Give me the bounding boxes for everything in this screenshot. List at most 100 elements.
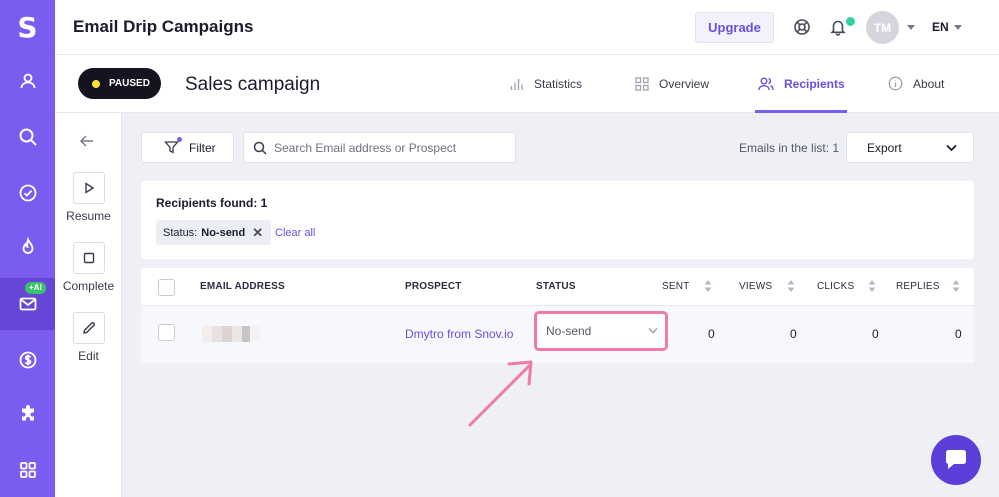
complete-label: Complete	[62, 279, 115, 293]
arrow-left-icon	[79, 135, 93, 147]
chevron-down-icon	[648, 328, 658, 334]
help-button[interactable]	[791, 16, 813, 38]
grid-icon	[19, 462, 36, 478]
search-field[interactable]	[243, 132, 516, 163]
app-logo[interactable]: S	[0, 0, 55, 54]
tab-label: Statistics	[534, 76, 583, 91]
status-dropdown[interactable]: No-send	[542, 318, 660, 344]
pencil-icon	[82, 321, 95, 334]
tab-recipients[interactable]: Recipients	[758, 55, 845, 112]
bar-chart-icon	[510, 78, 523, 90]
campaign-status-label: PAUSED	[109, 78, 150, 89]
status-dot	[92, 79, 100, 88]
filter-button[interactable]: Filter	[141, 132, 234, 163]
tab-label: Overview	[659, 76, 710, 91]
select-all-checkbox[interactable]	[158, 279, 175, 296]
top-header: Email Drip Campaigns Upgrade TM EN	[55, 0, 999, 55]
filter-label: Filter	[189, 140, 216, 155]
column-header-sent[interactable]: SENT	[662, 281, 689, 292]
search-input[interactable]	[274, 133, 514, 162]
status-filter-chip: Status: No-send ✕	[156, 220, 272, 245]
tab-label: Recipients	[784, 76, 845, 91]
dollar-icon	[19, 351, 36, 369]
sidebar-item-search[interactable]	[0, 111, 55, 163]
sort-icon[interactable]	[952, 280, 960, 292]
column-header-views[interactable]: VIEWS	[739, 281, 772, 292]
edit-label: Edit	[78, 349, 99, 363]
clicks-count: 0	[872, 327, 879, 341]
sort-icon[interactable]	[868, 280, 876, 292]
tab-about[interactable]: About	[888, 55, 944, 112]
sidebar-item-prospects[interactable]	[0, 55, 55, 107]
tab-label: About	[913, 76, 945, 91]
language-selector[interactable]: EN	[932, 20, 949, 34]
user-icon	[20, 73, 35, 89]
sidebar-item-integrations[interactable]	[0, 388, 55, 440]
edit-icon-box	[72, 312, 105, 344]
export-label: Export	[867, 140, 902, 155]
ai-badge: +AI	[25, 282, 46, 294]
complete-icon-box	[72, 242, 105, 274]
chat-icon	[946, 450, 966, 469]
resume-button[interactable]: Resume	[55, 172, 122, 223]
stop-icon	[83, 252, 94, 264]
complete-button[interactable]: Complete	[55, 242, 122, 293]
resume-label: Resume	[66, 209, 111, 223]
chip-key: Status:	[163, 226, 198, 239]
email-address-redacted	[202, 326, 268, 342]
remove-filter-icon[interactable]: ✕	[252, 226, 263, 239]
check-circle-icon	[19, 184, 36, 202]
column-header-replies[interactable]: REPLIES	[896, 281, 940, 292]
status-highlight: No-send	[534, 311, 668, 351]
sidebar-item-apps[interactable]	[0, 444, 55, 496]
row-checkbox[interactable]	[158, 324, 175, 341]
users-icon	[758, 77, 774, 90]
clear-all-link[interactable]: Clear all	[275, 227, 315, 239]
sidebar-item-campaigns[interactable]: +AI	[0, 278, 55, 330]
avatar[interactable]: TM	[866, 11, 899, 44]
language-caret-icon[interactable]	[954, 25, 962, 30]
recipients-found-card: Recipients found: 1 Status: No-send ✕ Cl…	[141, 181, 974, 259]
upgrade-button[interactable]: Upgrade	[695, 12, 774, 43]
chat-support-button[interactable]	[931, 435, 981, 485]
back-button[interactable]	[79, 133, 95, 149]
page-title: Email Drip Campaigns	[73, 17, 254, 36]
tab-statistics[interactable]: Statistics	[510, 55, 582, 112]
puzzle-icon	[21, 405, 34, 421]
sidebar-item-verifier[interactable]	[0, 167, 55, 219]
campaign-bar: PAUSED Sales campaign Statistics Overvie…	[55, 55, 999, 113]
column-header-status: STATUS	[536, 281, 576, 292]
sort-icon[interactable]	[704, 280, 712, 292]
status-value: No-send	[546, 324, 592, 338]
flame-icon	[22, 237, 33, 254]
export-dropdown[interactable]: Export	[846, 132, 974, 163]
prospect-link[interactable]: Dmytro from Snov.io	[405, 327, 513, 341]
sidebar-item-warmup[interactable]	[0, 221, 55, 273]
sidebar-item-deals[interactable]	[0, 334, 55, 386]
edit-button[interactable]: Edit	[55, 312, 122, 363]
sort-icon[interactable]	[787, 280, 795, 292]
table-row[interactable]: Dmytro from Snov.io No-send 0 0 0 0	[141, 306, 974, 363]
resume-icon-box	[72, 172, 105, 204]
campaign-actions-panel: Resume Complete Edit	[55, 113, 122, 497]
campaign-name: Sales campaign	[185, 74, 321, 95]
filter-active-dot	[177, 137, 182, 142]
chip-value: No-send	[201, 226, 246, 239]
grid-icon	[635, 76, 649, 91]
column-header-clicks[interactable]: CLICKS	[817, 281, 854, 292]
lifebuoy-icon	[794, 19, 810, 35]
column-header-email: EMAIL ADDRESS	[200, 281, 285, 292]
campaign-status-badge: PAUSED	[78, 68, 161, 99]
filter-icon	[164, 141, 179, 154]
mail-icon	[19, 297, 36, 311]
annotation-arrow-icon	[468, 360, 533, 427]
search-icon	[19, 128, 37, 146]
account-menu-caret-icon[interactable]	[907, 25, 915, 30]
info-icon	[888, 76, 903, 91]
sidebar: S +AI	[0, 0, 55, 497]
emails-in-list-count: Emails in the list: 1	[739, 141, 840, 155]
views-count: 0	[790, 327, 797, 341]
recipients-table: EMAIL ADDRESS PROSPECT STATUS SENT VIEWS…	[141, 268, 974, 363]
search-icon	[253, 141, 267, 155]
tab-overview[interactable]: Overview	[635, 55, 709, 112]
